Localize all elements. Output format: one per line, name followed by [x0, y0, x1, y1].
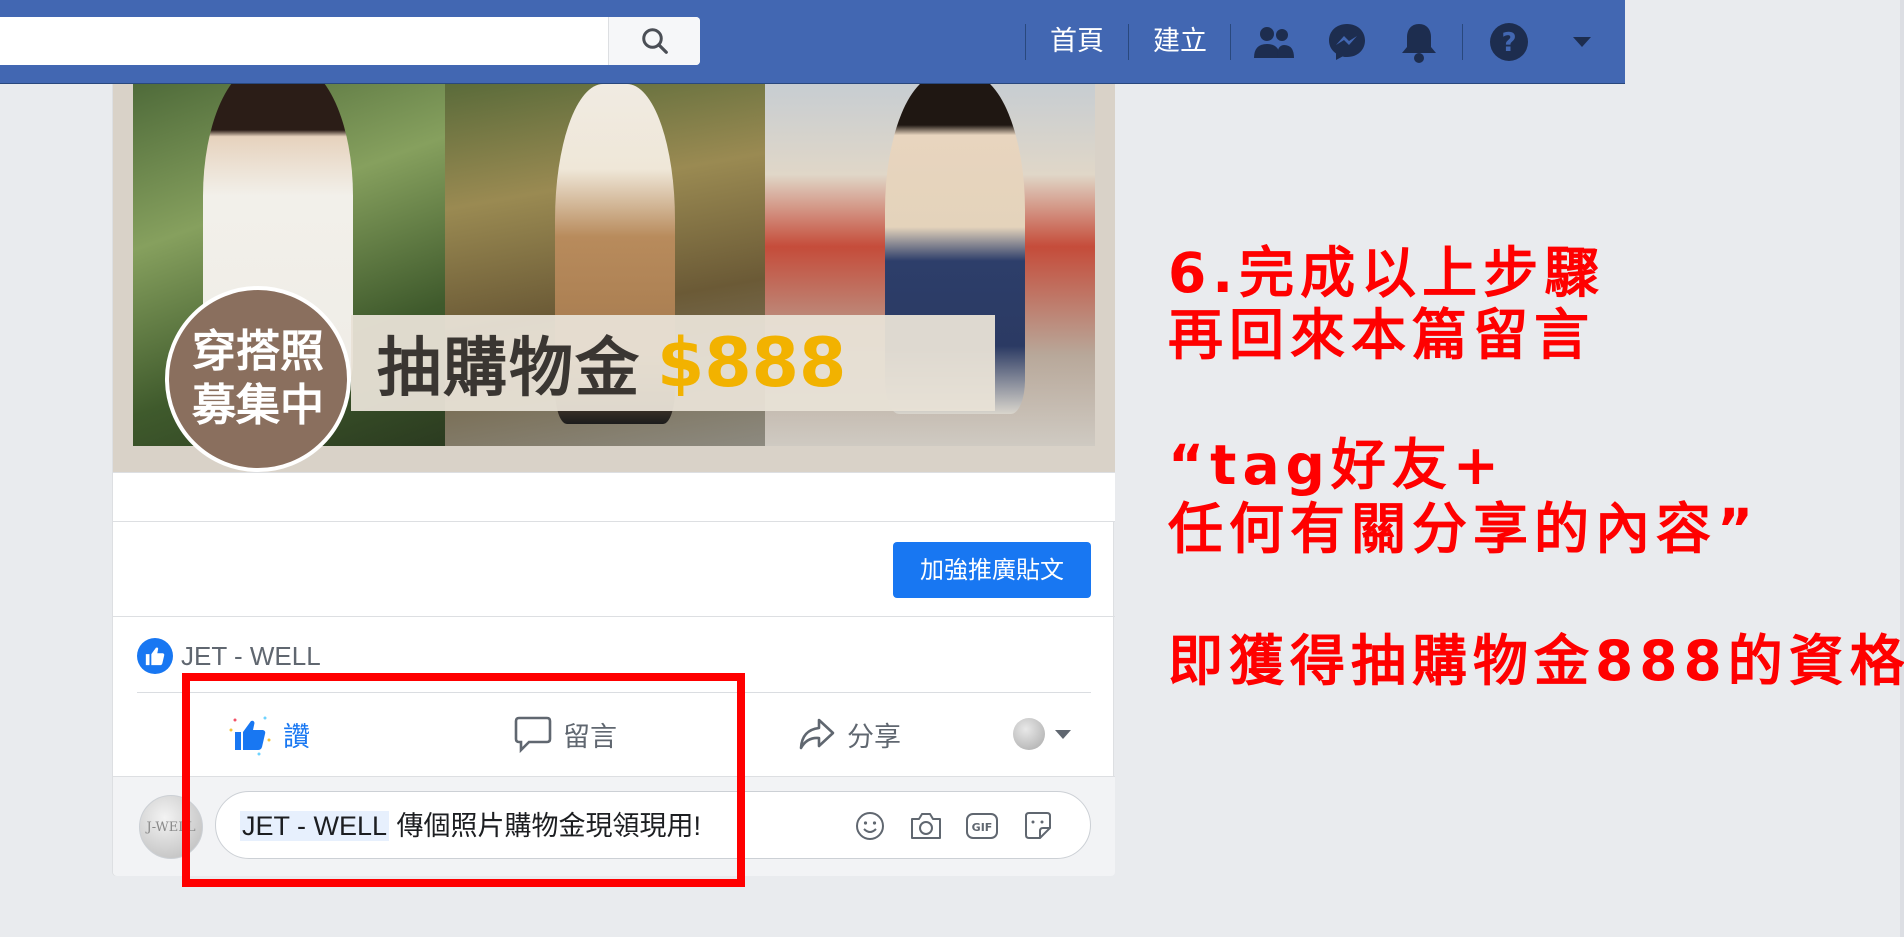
highlight-box — [182, 673, 745, 887]
boost-post-button[interactable]: 加強推廣貼文 — [893, 542, 1091, 598]
chevron-down-icon — [1055, 729, 1071, 739]
page-avatar — [1013, 718, 1045, 750]
nav-separator — [1462, 24, 1463, 60]
help-icon[interactable]: ? — [1487, 20, 1531, 64]
sticker-icon[interactable] — [1020, 808, 1056, 844]
banner-amount: $888 — [657, 323, 847, 403]
annotation-line-5: 即獲得抽購物金888的資格! — [1168, 629, 1904, 693]
reaction-summary[interactable]: JET - WELL — [137, 636, 321, 676]
svg-text:GIF: GIF — [972, 821, 993, 834]
reaction-name: JET - WELL — [181, 640, 321, 671]
scrollbar-edge[interactable] — [1900, 0, 1904, 937]
divider — [113, 616, 1115, 617]
share-label: 分享 — [847, 721, 901, 753]
badge-line-2: 募集中 — [192, 380, 324, 431]
annotation-line-2: 再回來本篇留言 — [1168, 303, 1596, 367]
page-selector[interactable] — [1013, 716, 1071, 752]
badge-circle: 穿搭照 募集中 — [165, 286, 351, 472]
nav-home-link[interactable]: 首頁 — [1050, 20, 1104, 64]
post-blank-row — [113, 472, 1115, 522]
share-icon — [799, 718, 835, 750]
banner-strip: 抽購物金 $888 — [351, 315, 995, 411]
search-icon — [641, 28, 668, 54]
banner-text: 抽購物金 — [377, 332, 641, 406]
badge-line-1: 穿搭照 — [192, 326, 324, 377]
nav-separator — [1230, 24, 1231, 60]
gif-icon[interactable]: GIF — [964, 808, 1000, 844]
account-menu-icon[interactable] — [1560, 20, 1604, 64]
top-navigation-bar: 首頁 建立 ? — [0, 0, 1625, 84]
right-background — [1625, 0, 1904, 937]
like-reaction-icon — [137, 638, 173, 674]
search-field[interactable] — [0, 17, 700, 65]
annotation-line-4: 任何有關分享的內容” — [1168, 497, 1760, 561]
camera-icon[interactable] — [908, 808, 944, 844]
post-image[interactable]: 穿搭照 募集中 抽購物金 $888 — [113, 84, 1115, 472]
nav-separator — [1025, 24, 1026, 60]
nav-separator — [1128, 24, 1129, 60]
search-button[interactable] — [608, 17, 700, 65]
share-button[interactable]: 分享 — [797, 706, 901, 762]
svg-text:?: ? — [1501, 28, 1516, 58]
search-input[interactable] — [0, 17, 600, 65]
nav-create-link[interactable]: 建立 — [1153, 20, 1207, 64]
emoji-icon[interactable] — [852, 808, 888, 844]
notifications-icon[interactable] — [1397, 20, 1441, 64]
friends-icon[interactable] — [1252, 20, 1296, 64]
messenger-icon[interactable] — [1325, 20, 1369, 64]
